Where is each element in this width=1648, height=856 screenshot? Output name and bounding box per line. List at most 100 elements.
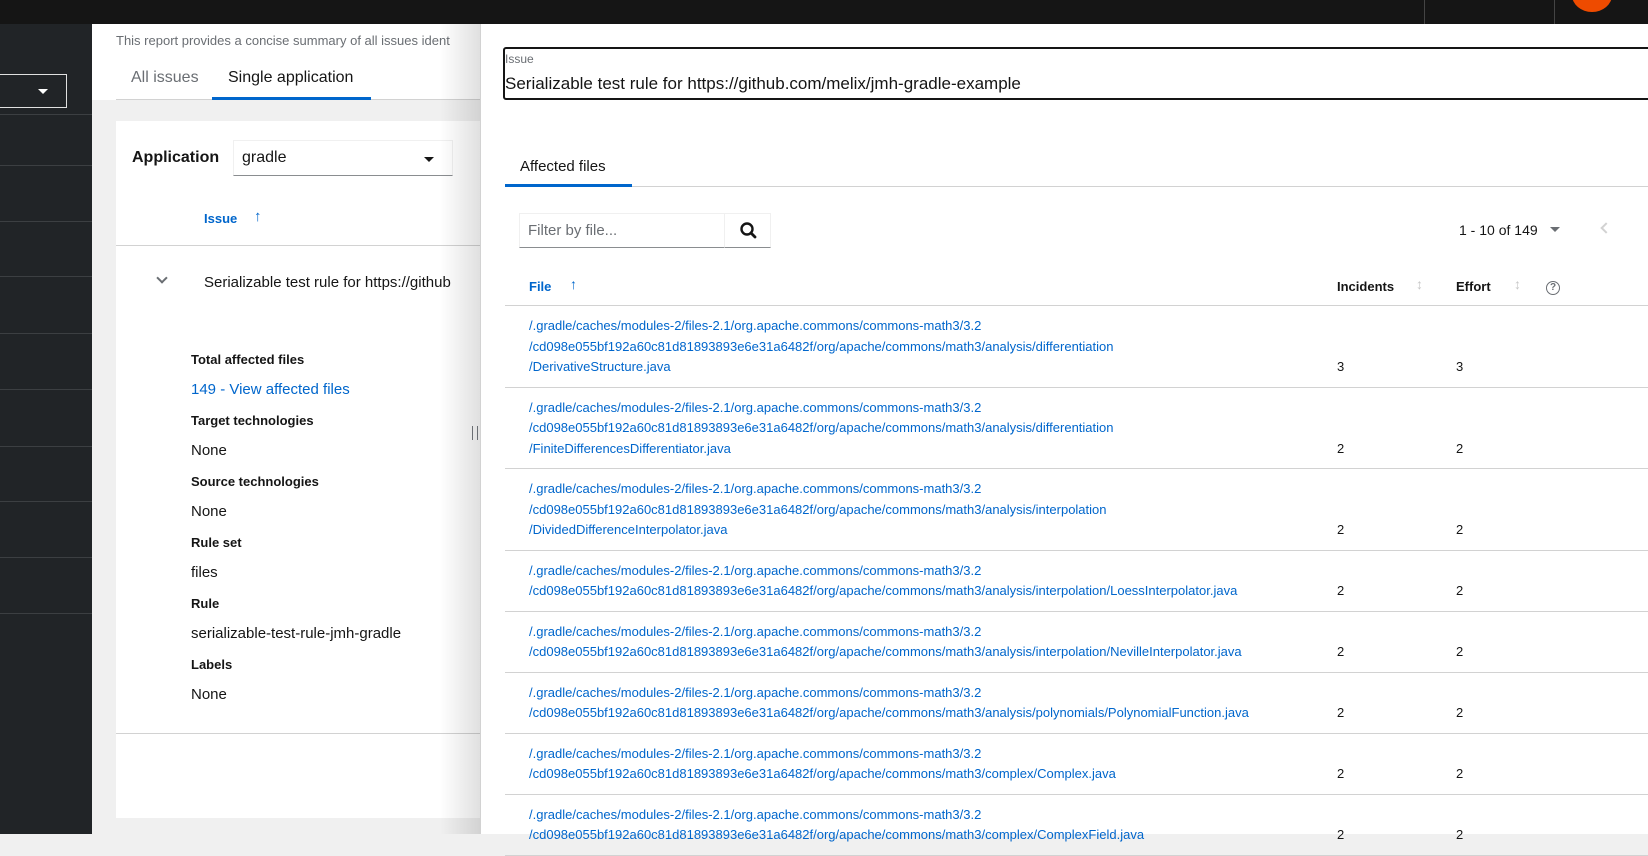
file-column-header[interactable]: File xyxy=(529,279,551,294)
incidents-value: 2 xyxy=(1337,522,1345,537)
file-path-line: /cd098e055bf192a60c81d81893893e6e31a6482… xyxy=(529,583,1238,598)
detail-value: None xyxy=(191,686,227,703)
issue-field-label: Issue xyxy=(505,52,534,66)
active-tab-indicator xyxy=(505,184,632,187)
incidents-value: 2 xyxy=(1337,705,1345,720)
effort-value: 2 xyxy=(1456,705,1464,720)
detail-label: Rule xyxy=(191,596,220,611)
file-link[interactable]: /.gradle/caches/modules-2/files-2.1/org.… xyxy=(529,561,1329,602)
table-row: /.gradle/caches/modules-2/files-2.1/org.… xyxy=(505,551,1648,612)
sidebar-divider xyxy=(0,276,92,277)
pagination-of: of xyxy=(1498,222,1511,238)
tab-all-issues[interactable]: All issues xyxy=(131,69,199,87)
file-path-line: /DerivativeStructure.java xyxy=(529,359,671,374)
file-link[interactable]: /.gradle/caches/modules-2/files-2.1/org.… xyxy=(529,398,1329,460)
effort-value: 3 xyxy=(1456,359,1464,374)
sort-icon[interactable]: ↕ xyxy=(1416,276,1423,292)
help-icon[interactable]: ? xyxy=(1546,281,1560,295)
issue-row-title[interactable]: Serializable test rule for https://githu… xyxy=(204,274,451,291)
file-link[interactable]: /.gradle/caches/modules-2/files-2.1/org.… xyxy=(529,622,1329,663)
pagination-toggle[interactable]: 1 - 10 of 149 xyxy=(1459,222,1538,238)
file-path-line: /.gradle/caches/modules-2/files-2.1/org.… xyxy=(529,623,982,639)
detail-value: serializable-test-rule-jmh-gradle xyxy=(191,625,402,642)
application-select-value: gradle xyxy=(242,149,287,166)
detail-label: Target technologies xyxy=(191,413,314,428)
file-path-line: /.gradle/caches/modules-2/files-2.1/org.… xyxy=(529,318,982,333)
file-path-line: /cd098e055bf192a60c81d81893893e6e31a6482… xyxy=(529,827,1145,842)
file-link[interactable]: /.gradle/caches/modules-2/files-2.1/org.… xyxy=(529,805,1329,846)
file-path-line: /cd098e055bf192a60c81d81893893e6e31a6482… xyxy=(529,766,1116,781)
sidebar-divider xyxy=(0,501,92,502)
effort-value: 2 xyxy=(1456,440,1464,456)
file-path-line: /cd098e055bf192a60c81d81893893e6e31a6482… xyxy=(529,420,1114,435)
detail-label: Rule set xyxy=(191,535,242,550)
page-description: This report provides a concise summary o… xyxy=(116,33,450,48)
search-button[interactable] xyxy=(724,213,771,248)
file-path-line: /.gradle/caches/modules-2/files-2.1/org.… xyxy=(529,745,982,761)
issue-column-header[interactable]: Issue xyxy=(204,211,237,226)
application-label: Application xyxy=(132,149,220,166)
file-path-line: /.gradle/caches/modules-2/files-2.1/org.… xyxy=(529,562,982,578)
incidents-value: 2 xyxy=(1337,440,1345,456)
filter-by-file-input[interactable] xyxy=(519,213,725,248)
file-path-line: /cd098e055bf192a60c81d81893893e6e31a6482… xyxy=(529,338,1114,354)
file-link[interactable]: /.gradle/caches/modules-2/files-2.1/org.… xyxy=(529,683,1329,724)
view-affected-files-link[interactable]: 149 - View affected files xyxy=(191,381,350,398)
sidebar xyxy=(0,24,92,834)
incidents-column-header[interactable]: Incidents xyxy=(1337,279,1394,294)
file-path-line: /cd098e055bf192a60c81d81893893e6e31a6482… xyxy=(529,705,1249,720)
caret-down-icon xyxy=(38,89,48,94)
file-link[interactable]: /.gradle/caches/modules-2/files-2.1/org.… xyxy=(529,479,1329,541)
incidents-value: 2 xyxy=(1337,644,1345,659)
table-row: /.gradle/caches/modules-2/files-2.1/org.… xyxy=(505,612,1648,673)
effort-column-header[interactable]: Effort xyxy=(1456,279,1491,294)
file-link[interactable]: /.gradle/caches/modules-2/files-2.1/org.… xyxy=(529,316,1329,378)
incidents-value: 2 xyxy=(1337,766,1345,781)
application-select[interactable]: gradle xyxy=(233,140,453,176)
detail-label: Total affected files xyxy=(191,352,305,367)
sort-ascending-icon[interactable]: ↑ xyxy=(570,276,577,292)
incidents-value: 2 xyxy=(1337,583,1345,598)
pagination-total: 149 xyxy=(1514,222,1538,238)
table-row: /.gradle/caches/modules-2/files-2.1/org.… xyxy=(505,469,1648,551)
detail-label: Labels xyxy=(191,657,233,672)
file-path-line: /.gradle/caches/modules-2/files-2.1/org.… xyxy=(529,399,982,415)
affected-files-table: /.gradle/caches/modules-2/files-2.1/org.… xyxy=(505,306,1648,856)
issue-field-value: Serializable test rule for https://githu… xyxy=(505,74,1021,93)
sidebar-divider xyxy=(0,613,92,614)
effort-value: 2 xyxy=(1456,522,1464,537)
caret-down-icon[interactable] xyxy=(1550,227,1560,232)
file-path-line: /FiniteDifferencesDifferentiator.java xyxy=(529,440,731,456)
sidebar-divider xyxy=(0,114,92,115)
table-row: /.gradle/caches/modules-2/files-2.1/org.… xyxy=(505,795,1648,856)
caret-down-icon xyxy=(424,157,434,162)
masthead-divider xyxy=(1424,0,1425,24)
file-path-line: /.gradle/caches/modules-2/files-2.1/org.… xyxy=(529,684,982,700)
tab-single-application[interactable]: Single application xyxy=(228,69,353,87)
avatar[interactable] xyxy=(1572,0,1612,12)
file-path-line: /.gradle/caches/modules-2/files-2.1/org.… xyxy=(529,481,982,496)
search-icon xyxy=(740,222,757,239)
file-path-line: /DividedDifferenceInterpolator.java xyxy=(529,522,728,537)
issues-card xyxy=(116,121,496,818)
sidebar-divider xyxy=(0,221,92,222)
effort-value: 2 xyxy=(1456,583,1464,598)
active-tab-indicator xyxy=(212,97,371,100)
effort-value: 2 xyxy=(1456,827,1464,842)
sort-ascending-icon[interactable]: ↑ xyxy=(254,208,262,225)
file-path-line: /cd098e055bf192a60c81d81893893e6e31a6482… xyxy=(529,644,1242,659)
drawer-resize-handle[interactable] xyxy=(472,426,478,440)
table-row: /.gradle/caches/modules-2/files-2.1/org.… xyxy=(505,388,1648,469)
effort-value: 2 xyxy=(1456,644,1464,659)
sidebar-divider xyxy=(0,557,92,558)
issue-field: Issue Serializable test rule for https:/… xyxy=(503,47,1648,100)
file-path-line: /.gradle/caches/modules-2/files-2.1/org.… xyxy=(529,806,982,822)
divider xyxy=(116,245,496,246)
sort-icon[interactable]: ↕ xyxy=(1514,276,1521,292)
sidebar-perspective-select[interactable] xyxy=(0,74,67,108)
file-link[interactable]: /.gradle/caches/modules-2/files-2.1/org.… xyxy=(529,744,1329,785)
incidents-value: 2 xyxy=(1337,827,1345,842)
tab-affected-files[interactable]: Affected files xyxy=(520,158,606,175)
detail-value: files xyxy=(191,564,218,581)
sidebar-divider xyxy=(0,389,92,390)
